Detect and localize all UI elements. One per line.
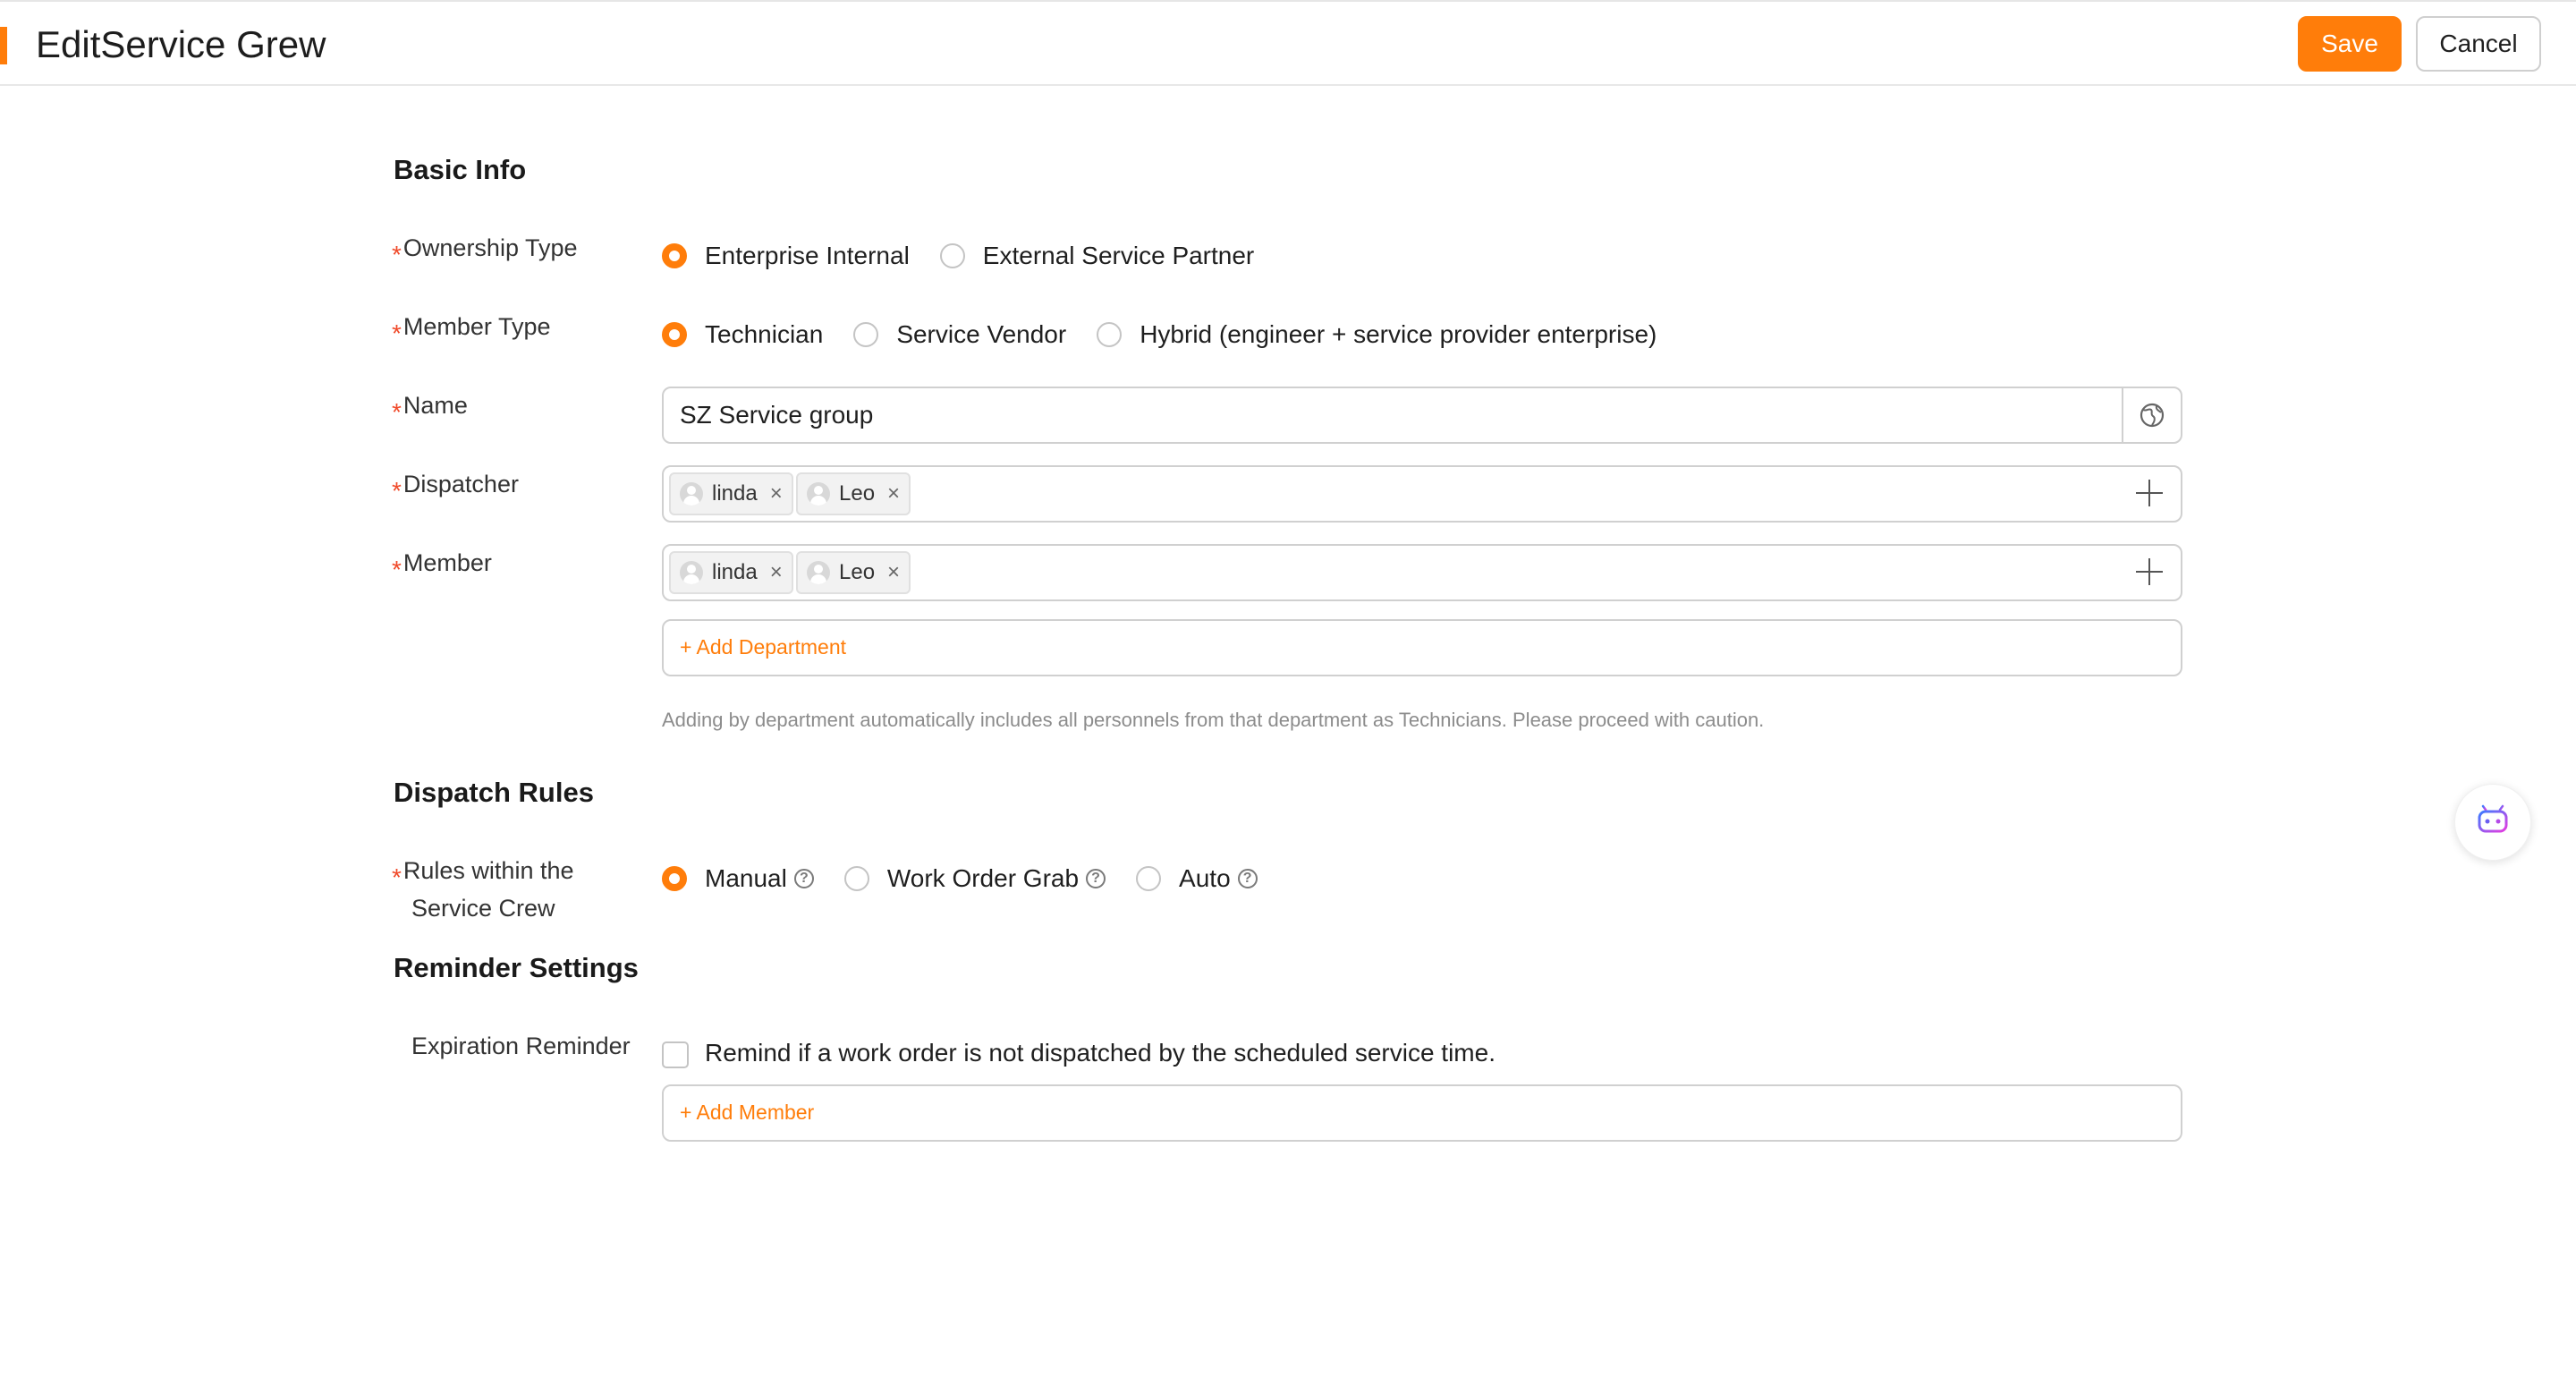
member-type-label: *Member Type <box>392 308 551 347</box>
member-tag: linda × <box>669 551 793 594</box>
radio-label: Service Vendor <box>896 320 1067 348</box>
radio-button[interactable] <box>939 243 965 268</box>
required-marker: * <box>392 477 402 505</box>
radio-label: External Service Partner <box>982 242 1255 269</box>
tag-label: linda <box>712 481 758 506</box>
dispatcher-select[interactable]: linda × Leo × <box>662 465 2182 523</box>
dispatcher-label: *Dispatcher <box>392 465 519 505</box>
radio-label: Work Order Grab <box>886 864 1080 892</box>
cancel-button[interactable]: Cancel <box>2416 16 2541 72</box>
required-marker: * <box>392 319 402 347</box>
save-button[interactable]: Save <box>2298 16 2402 72</box>
dispatcher-tag: Leo × <box>796 472 911 515</box>
help-icon[interactable]: ? <box>1086 869 1106 888</box>
ownership-type-label-text: Ownership Type <box>402 234 578 261</box>
add-member-link[interactable]: + Add Member <box>680 1101 814 1125</box>
globe-icon <box>2140 403 2165 428</box>
radio-label: Auto <box>1179 864 1231 892</box>
radio-auto[interactable]: Auto ? <box>1136 864 1258 893</box>
radio-button-selected[interactable] <box>662 243 687 268</box>
rules-label-line1: Rules within the <box>402 857 574 884</box>
radio-button[interactable] <box>843 866 869 891</box>
expiration-reminder-checkbox[interactable] <box>662 1041 689 1068</box>
plus-icon[interactable] <box>2136 558 2163 585</box>
radio-label: Enterprise Internal <box>705 242 910 269</box>
tag-label: linda <box>712 560 758 584</box>
radio-label: Technician <box>705 320 824 348</box>
rules-label: *Rules within the <box>392 852 574 891</box>
name-input-value[interactable]: SZ Service group <box>680 401 873 429</box>
assistant-button[interactable] <box>2454 784 2531 861</box>
radio-service-vendor[interactable]: Service Vendor <box>853 320 1066 349</box>
required-marker: * <box>392 556 402 583</box>
translate-button[interactable] <box>2122 388 2181 442</box>
robot-icon <box>2478 804 2508 833</box>
name-label: *Name <box>392 387 468 426</box>
radio-work-order-grab[interactable]: Work Order Grab ? <box>843 864 1106 893</box>
avatar-icon <box>680 482 703 506</box>
help-icon[interactable]: ? <box>793 869 814 888</box>
dispatcher-tag: linda × <box>669 472 793 515</box>
required-marker: * <box>392 863 402 891</box>
close-icon[interactable]: × <box>770 560 783 585</box>
member-label: *Member <box>392 544 492 583</box>
avatar-icon <box>680 561 703 584</box>
required-marker: * <box>392 398 402 426</box>
dispatcher-label-text: Dispatcher <box>402 471 519 497</box>
close-icon[interactable]: × <box>887 560 900 585</box>
radio-button-selected[interactable] <box>662 322 687 347</box>
radio-hybrid[interactable]: Hybrid (engineer + service provider ente… <box>1097 320 1657 349</box>
section-title-basic-info: Basic Info <box>394 154 527 185</box>
section-title-dispatch-rules: Dispatch Rules <box>394 777 594 808</box>
add-department-field[interactable]: + Add Department <box>662 619 2182 676</box>
radio-manual[interactable]: Manual ? <box>662 864 814 893</box>
name-input[interactable]: SZ Service group <box>662 387 2182 444</box>
expiration-reminder-label: Expiration Reminder <box>411 1033 631 1059</box>
page-header: EditService Grew Save Cancel <box>0 2 2576 86</box>
required-marker: * <box>392 241 402 268</box>
add-member-field[interactable]: + Add Member <box>662 1084 2182 1142</box>
help-icon[interactable]: ? <box>1237 869 1258 888</box>
close-icon[interactable]: × <box>770 481 783 506</box>
radio-enterprise-internal[interactable]: Enterprise Internal <box>662 242 910 270</box>
radio-label: Hybrid (engineer + service provider ente… <box>1140 320 1657 348</box>
radio-button[interactable] <box>1097 322 1123 347</box>
header-accent-bar <box>0 27 7 64</box>
radio-button[interactable] <box>853 322 879 347</box>
radio-technician[interactable]: Technician <box>662 320 823 349</box>
close-icon[interactable]: × <box>887 481 900 506</box>
ownership-type-label: *Ownership Type <box>392 229 578 268</box>
radio-label: Manual <box>705 864 787 892</box>
radio-button-selected[interactable] <box>662 866 687 891</box>
section-title-reminder-settings: Reminder Settings <box>394 952 639 983</box>
dispatch-rules-radio-group: Manual ? Work Order Grab ? Auto ? <box>662 864 1288 893</box>
avatar-icon <box>807 561 830 584</box>
plus-icon[interactable] <box>2136 480 2163 506</box>
member-tag: Leo × <box>796 551 911 594</box>
radio-external-service-partner[interactable]: External Service Partner <box>939 242 1255 270</box>
name-label-text: Name <box>402 392 468 419</box>
member-label-text: Member <box>402 549 492 576</box>
member-select[interactable]: linda × Leo × <box>662 544 2182 601</box>
page-title: EditService Grew <box>36 23 326 65</box>
radio-button[interactable] <box>1136 866 1162 891</box>
avatar-icon <box>807 482 830 506</box>
member-type-radio-group: Technician Service Vendor Hybrid (engine… <box>662 320 1687 349</box>
department-hint-text: Adding by department automatically inclu… <box>662 709 1765 731</box>
tag-label: Leo <box>839 481 876 506</box>
ownership-type-radio-group: Enterprise Internal External Service Par… <box>662 242 1284 270</box>
expiration-reminder-text[interactable]: Remind if a work order is not dispatched… <box>705 1039 1496 1067</box>
member-type-label-text: Member Type <box>402 313 551 340</box>
add-department-link[interactable]: + Add Department <box>680 635 846 659</box>
tag-label: Leo <box>839 560 876 584</box>
rules-label-line2: Service Crew <box>411 895 555 922</box>
